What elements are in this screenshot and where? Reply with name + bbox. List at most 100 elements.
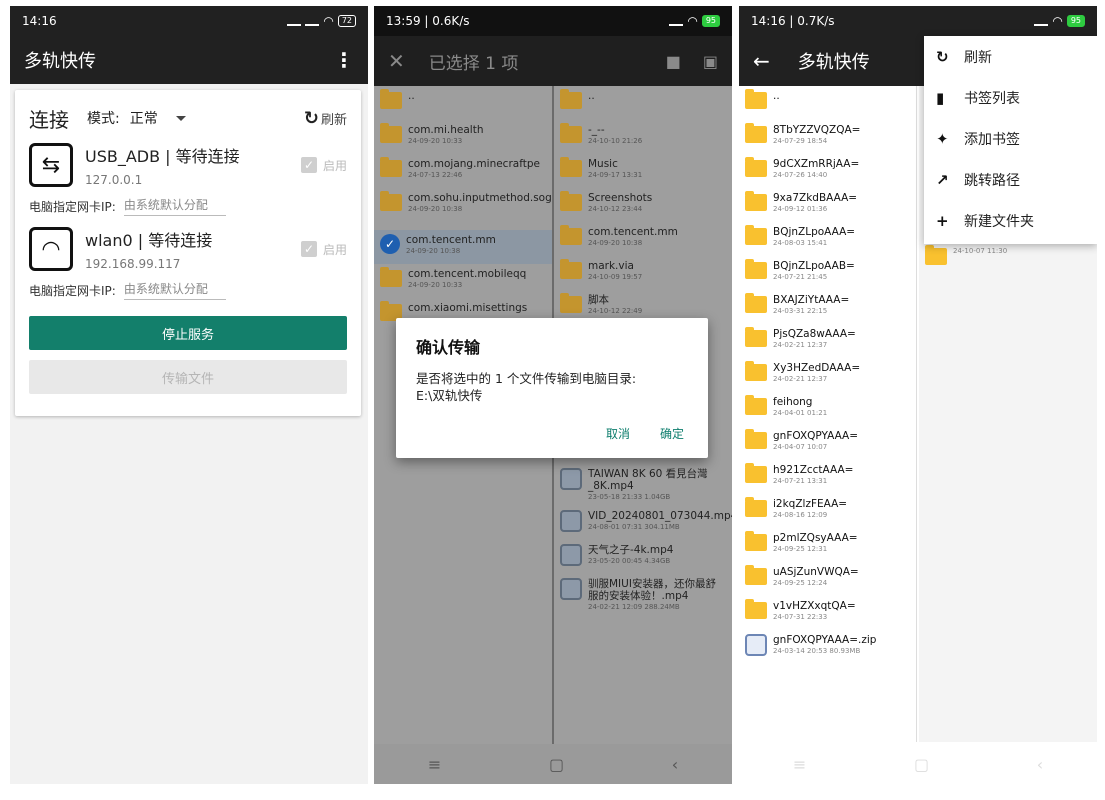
menu-nav-icon[interactable]: ≡ [793,755,806,774]
back-nav-icon[interactable]: ‹ [1037,755,1043,774]
list-item[interactable]: .. [739,86,916,120]
list-item[interactable]: i2kqZlzFEAA= 24-08-16 12:09 [739,494,916,528]
list-item[interactable]: BQjnZLpoAAA= 24-08-03 15:41 [739,222,916,256]
item-name: 脚本 [588,294,609,306]
list-item[interactable]: Music 24-09-17 13:31 [554,154,732,188]
list-item[interactable]: 9dCXZmRRjAA= 24-07-26 14:40 [739,154,916,188]
list-item-selected[interactable]: ✓ com.tencent.mm 24-09-20 10:38 [374,230,552,264]
stop-service-button[interactable]: 停止服务 [29,316,347,350]
folder-icon [745,123,767,143]
list-item[interactable]: Screenshots 24-10-12 23:44 [554,188,732,222]
item-meta: 24-08-01 07:31 304.11MB [588,523,680,531]
cancel-button[interactable]: 取消 [606,425,630,442]
list-item[interactable]: com.mi.health 24-09-20 10:33 [374,120,552,154]
arrow-northeast-icon: ↗ [936,170,949,189]
item-name: feihong [773,396,813,408]
list-item[interactable]: TAIWAN 8K 60 看見台灣 _8K.mp4 23-05-18 21:33 … [554,464,732,506]
ip-input[interactable]: 由系统默认分配 [123,196,226,216]
app-title: 多轨快传 [797,52,870,73]
chevron-down-icon[interactable] [175,115,186,121]
menu-item-jump-path[interactable]: ↗ 跳转路径 [924,159,1097,200]
list-item[interactable]: com.tencent.mm 24-09-20 10:38 [554,222,732,256]
item-meta: 24-07-13 22:46 [408,171,463,179]
item-meta: 24-07-31 22:33 [773,613,828,621]
list-item[interactable]: com.mojang.minecraftpe 24-07-13 22:46 [374,154,552,188]
list-item[interactable]: PjsQZa8wAAA= 24-02-21 12:37 [739,324,916,358]
menu-item-add-bookmark[interactable]: ✦ 添加书签 [924,118,1097,159]
ip-input[interactable]: 由系统默认分配 [123,280,226,300]
menu-item-refresh[interactable]: ↻ 刷新 [924,36,1097,77]
plus-icon: + [936,211,949,230]
menu-item-bookmark-list[interactable]: ▮ 书签列表 [924,77,1097,118]
list-item[interactable]: com.tencent.mobileqq 24-09-20 10:33 [374,264,552,298]
transfer-file-button[interactable]: 传输文件 [29,360,347,394]
list-item[interactable]: BQjnZLpoAAB= 24-07-21 21:45 [739,256,916,290]
enable-checkbox[interactable]: ✓ 启用 [300,157,347,174]
menu-nav-icon[interactable]: ≡ [428,755,441,774]
arrow-back-icon[interactable]: ← [753,49,770,73]
check-icon: ✓ [300,241,317,257]
item-meta: 24-02-21 12:37 [773,375,828,383]
wifi-icon: ◠ [29,227,73,271]
folder-icon [380,157,402,177]
item-meta: 24-10-12 23:44 [588,205,643,213]
list-item[interactable]: 9xa7ZkdBAAA= 24-09-12 01:36 [739,188,916,222]
folder-icon [560,259,582,279]
list-item[interactable]: h921ZcctAAA= 24-07-21 13:31 [739,460,916,494]
more-menu-icon[interactable]: ⋮ [334,48,354,72]
list-item[interactable]: .. [374,86,552,120]
status-bar: 14:16 ◠ 72 [10,6,368,36]
list-item[interactable]: 8TbYZZVQZQA= 24-07-29 18:54 [739,120,916,154]
enable-checkbox[interactable]: ✓ 启用 [300,241,347,258]
ip-row: 电脑指定网卡IP: 由系统默认分配 [29,192,347,220]
item-name: com.tencent.mobileqq [408,268,527,280]
list-item[interactable]: feihong 24-04-01 01:21 [739,392,916,426]
folder-icon [745,429,767,449]
folder-icon [560,89,582,109]
list-item[interactable]: uASjZunVWQA= 24-09-25 12:24 [739,562,916,596]
folder-icon [560,191,582,211]
menu-item-new-folder[interactable]: + 新建文件夹 [924,200,1097,241]
item-name: 8TbYZZVQZQA= [773,124,861,136]
list-item-zip[interactable]: gnFOXQPYAAA=.zip 24-03-14 20:53 80.93MB [739,630,916,664]
item-name: h921ZcctAAA= [773,464,854,476]
list-item[interactable]: 驯服MIUI安装器，还你最舒服的安装体验！.mp4 24-02-21 12:09 … [554,574,732,616]
folder-icon [745,259,767,279]
item-name: com.mi.health [408,124,484,136]
item-name: .. [773,90,780,102]
back-nav-icon[interactable]: ‹ [672,755,678,774]
item-meta: 24-07-29 18:54 [773,137,828,145]
item-name: 驯服MIUI安装器，还你最舒服的安装体验！.mp4 [588,578,716,602]
list-item[interactable]: com.sohu.inputmethod.sogou 24-09-20 10:38 [374,188,552,230]
list-item[interactable]: VID_20240801_073044.mp4 24-08-01 07:31 30… [554,506,732,540]
home-nav-icon[interactable]: ▢ [914,755,929,774]
home-nav-icon[interactable]: ▢ [549,755,564,774]
confirm-button[interactable]: 确定 [660,425,684,442]
select-all-icon[interactable]: ▣ [703,52,718,71]
list-item[interactable]: -_-- 24-10-10 21:26 [554,120,732,154]
item-name: p2mlZQsyAAA= [773,532,858,544]
item-meta: 24-09-12 01:36 [773,205,828,213]
list-item[interactable]: v1vHZXxqtQA= 24-07-31 22:33 [739,596,916,630]
close-icon[interactable]: ✕ [388,49,405,73]
item-name: com.sohu.inputmethod.sogou [408,192,552,204]
delete-icon[interactable]: ■ [666,52,681,71]
item-meta: 24-04-07 10:07 [773,443,828,451]
item-name: com.mojang.minecraftpe [408,158,540,170]
battery-icon: 95 [701,15,720,27]
folder-icon [745,463,767,483]
list-item[interactable]: p2mlZQsyAAA= 24-09-25 12:31 [739,528,916,562]
list-item[interactable]: .. [554,86,732,120]
dialog-actions: 取消 确定 [606,425,684,442]
list-item[interactable]: 天气之子-4k.mp4 23-05-20 00:45 4.34GB [554,540,732,574]
list-item[interactable]: gnFOXQPYAAA= 24-04-07 10:07 [739,426,916,460]
list-item[interactable]: BXAJZiYtAAA= 24-03-31 22:15 [739,290,916,324]
item-name: -_-- [588,124,605,136]
refresh-button[interactable]: ↻ 刷新 [304,108,347,129]
list-item[interactable]: mark.via 24-10-09 19:57 [554,256,732,290]
folder-icon [745,565,767,585]
mode-select[interactable]: 正常 [130,108,158,128]
wifi-status-icon: ◠ [323,14,334,28]
list-item[interactable]: 24-10-07 11:30 [919,242,1097,276]
list-item[interactable]: Xy3HZedDAAA= 24-02-21 12:37 [739,358,916,392]
